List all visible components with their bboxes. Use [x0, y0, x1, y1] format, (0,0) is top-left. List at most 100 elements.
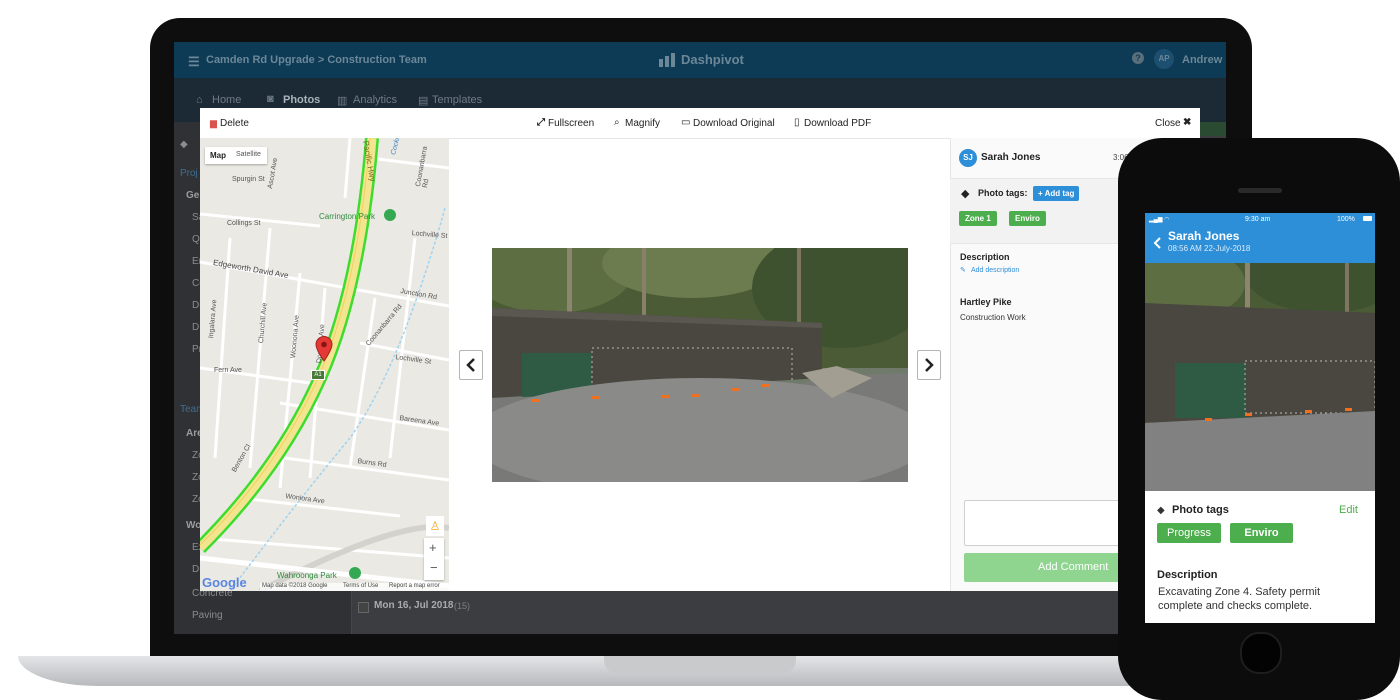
- modal-toolbar: ▆ Delete ⤢ Fullscreen ⌕ Magnify ▭ Downlo…: [200, 108, 1200, 139]
- hamburger-icon[interactable]: ☰: [188, 54, 200, 70]
- fullscreen-button[interactable]: Fullscreen: [548, 118, 594, 129]
- site-photo: [492, 248, 908, 482]
- chevron-left-icon: [466, 358, 475, 372]
- breadcrumb[interactable]: Camden Rd Upgrade > Construction Team: [206, 54, 427, 66]
- sidebar-item[interactable]: D: [192, 322, 199, 333]
- edit-icon: ✎: [960, 267, 966, 274]
- highway-badge: A1: [311, 370, 325, 380]
- fullscreen-icon: ⤢: [537, 117, 545, 128]
- phone-header: ▂▄▆ ◠ 9:30 am 100% Sarah Jones 08:56 AM …: [1145, 213, 1375, 263]
- field-value: Construction Work: [960, 313, 1026, 322]
- sidebar-group-ge: Ge: [186, 190, 200, 201]
- delete-button[interactable]: Delete: [220, 118, 249, 129]
- comment-input[interactable]: [964, 500, 1126, 546]
- phone-timestamp: 08:56 AM 22-July-2018: [1168, 244, 1251, 253]
- add-description-link[interactable]: Add description: [971, 267, 1019, 274]
- map-toggle-map[interactable]: Map: [210, 151, 226, 160]
- author-name: Sarah Jones: [981, 152, 1041, 163]
- pdf-icon: ▯: [794, 117, 800, 128]
- templates-icon: ▤: [418, 95, 429, 107]
- phone-tag-chip[interactable]: Progress: [1157, 523, 1221, 543]
- tag-icon: ◆: [180, 139, 188, 150]
- phone-screen: ▂▄▆ ◠ 9:30 am 100% Sarah Jones 08:56 AM …: [1145, 213, 1375, 623]
- close-icon[interactable]: ✖: [1183, 117, 1191, 128]
- sidebar-item[interactable]: Q: [192, 234, 200, 245]
- photo-tags-label: Photo tags:: [978, 188, 1028, 198]
- author-avatar: SJ: [959, 149, 977, 167]
- phone-tag-chip[interactable]: Enviro: [1230, 523, 1293, 543]
- phone-description-label: Description: [1157, 569, 1218, 581]
- tag-chip[interactable]: Enviro: [1009, 211, 1046, 226]
- google-logo: Google: [202, 575, 247, 590]
- zoom-in-button[interactable]: +: [429, 540, 437, 555]
- battery-level: 100%: [1337, 216, 1355, 223]
- zoom-control: + −: [424, 538, 444, 580]
- next-photo-button[interactable]: [917, 350, 941, 380]
- phone-edit-tags-button[interactable]: Edit: [1339, 504, 1358, 516]
- app-header: ☰ Camden Rd Upgrade > Construction Team …: [174, 42, 1226, 78]
- sidebar-item-paving[interactable]: Paving: [192, 610, 223, 621]
- dashpivot-logo-icon: [658, 52, 678, 73]
- date-checkbox[interactable]: [358, 602, 369, 613]
- zoom-out-button[interactable]: −: [430, 560, 438, 575]
- street-label: Fern Ave: [214, 367, 242, 374]
- nav-templates[interactable]: Templates: [432, 94, 482, 106]
- download-original-button[interactable]: Download Original: [693, 118, 775, 129]
- previous-photo-button[interactable]: [459, 350, 483, 380]
- location-map[interactable]: Map Satellite Spurgin St Collings St Asc…: [200, 138, 449, 591]
- battery-icon: [1363, 216, 1372, 221]
- user-name[interactable]: Andrew: [1182, 54, 1222, 66]
- status-time: 9:30 am: [1245, 216, 1271, 223]
- tag-icon: ◆: [1157, 505, 1165, 516]
- street-label: Spurgin St: [232, 176, 265, 183]
- tag-icon: ◆: [961, 188, 970, 200]
- nav-home[interactable]: Home: [212, 94, 241, 106]
- map-type-toggle: Map Satellite: [205, 147, 267, 164]
- site-photo-image: [492, 248, 908, 482]
- nav-photos[interactable]: Photos: [283, 94, 320, 106]
- location-pin-icon[interactable]: [315, 336, 333, 362]
- park-label: Wahroonga Park: [277, 571, 337, 580]
- magnify-icon: ⌕: [614, 117, 620, 128]
- description-label: Description: [960, 252, 1010, 262]
- street-label: Collings St: [227, 220, 261, 227]
- map-toggle-satellite[interactable]: Satellite: [236, 151, 261, 158]
- nav-analytics[interactable]: Analytics: [353, 94, 397, 106]
- camera-icon: ◙: [267, 93, 274, 105]
- add-tag-button[interactable]: + Add tag: [1033, 186, 1080, 201]
- trash-icon: ▆: [210, 118, 217, 128]
- terms-link[interactable]: Terms of Use: [343, 583, 378, 589]
- pegman-icon[interactable]: ♙: [426, 516, 444, 536]
- map-attribution: Map data ©2018 Google Terms of Use Repor…: [260, 583, 449, 591]
- phone-description: Excavating Zone 4. Safety permit complet…: [1158, 586, 1321, 612]
- date-row-count: (15): [454, 601, 471, 611]
- phone-photo: [1145, 263, 1375, 491]
- magnify-button[interactable]: Magnify: [625, 118, 660, 129]
- date-row-label: Mon 16, Jul 2018: [374, 600, 454, 611]
- park-label: Carrington Park: [319, 212, 376, 221]
- help-icon[interactable]: ?: [1132, 52, 1144, 64]
- analytics-icon: ▥: [337, 95, 348, 107]
- report-error-link[interactable]: Report a map error: [389, 583, 440, 589]
- map-canvas: [200, 138, 449, 591]
- phone-tags-label: Photo tags: [1172, 504, 1229, 516]
- home-icon: ⌂: [196, 94, 203, 106]
- back-chevron-icon[interactable]: [1153, 237, 1161, 249]
- laptop-notch: [604, 656, 796, 674]
- close-button[interactable]: Close: [1155, 118, 1181, 129]
- sidebar-project-label: Proj: [180, 168, 198, 179]
- map-data-text: Map data ©2018 Google: [262, 583, 328, 589]
- signal-icon: ▂▄▆ ◠: [1149, 217, 1170, 223]
- image-icon: ▭: [681, 117, 691, 128]
- brand-name: Dashpivot: [681, 52, 744, 67]
- download-pdf-button[interactable]: Download PDF: [804, 118, 871, 129]
- field-name: Hartley Pike: [960, 297, 1012, 307]
- chevron-right-icon: [925, 358, 934, 372]
- phone-author-name: Sarah Jones: [1168, 229, 1240, 243]
- avatar[interactable]: AP: [1154, 49, 1174, 69]
- add-comment-button[interactable]: Add Comment: [964, 553, 1124, 582]
- tag-chip[interactable]: Zone 1: [959, 211, 997, 226]
- add-comment-label: Add Comment: [1038, 561, 1109, 573]
- phone-home-button[interactable]: [1240, 632, 1282, 674]
- phone-speaker: [1238, 188, 1282, 193]
